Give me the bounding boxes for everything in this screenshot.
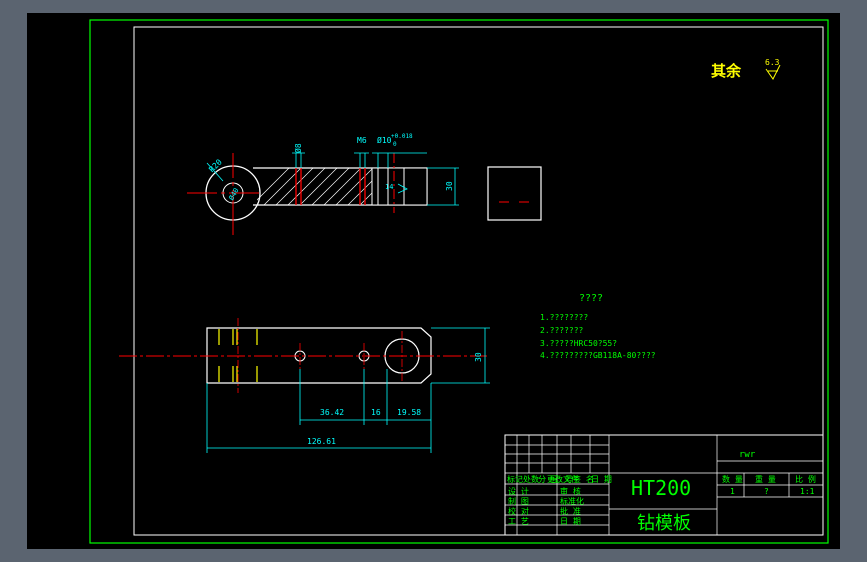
- row-2-k2: 标准化: [560, 496, 584, 506]
- row-3-k2: 批 准: [560, 506, 581, 516]
- note-4: 4.?????????GB118A-80????: [540, 351, 656, 360]
- row-4-k2: 日 期: [560, 517, 581, 526]
- dim-a: 36.42: [320, 408, 344, 417]
- top-view: Ø8 M6 Ø10 +0.018 0 30 R20 Ø40 14: [187, 133, 459, 235]
- dim-circle: Ø40: [227, 187, 240, 202]
- surface-finish-symbol: [765, 64, 781, 80]
- dim-m6: M6: [357, 136, 367, 145]
- qty-value: 1: [730, 487, 735, 496]
- title-block: 标记 处数 分 区 更改文件 号签 名 日 期 设 计 审 核 制 图 标准化 …: [504, 434, 824, 536]
- side-view-outline: [487, 166, 542, 221]
- cad-viewport[interactable]: 其余 6.3 Ø8 M6 Ø10 +0.018 0 30 R20 Ø40 14 …: [27, 13, 840, 549]
- row-4-k1: 工 艺: [508, 517, 529, 526]
- dim-h10-line: [372, 152, 427, 168]
- dim-front-height-label: 30: [474, 352, 483, 362]
- drawing-canvas[interactable]: 其余 6.3 Ø8 M6 Ø10 +0.018 0 30 R20 Ø40 14 …: [27, 13, 840, 549]
- dim-m6-line: [354, 152, 369, 168]
- dim-total: 126.61: [307, 437, 336, 446]
- dim-h10-tol-up: +0.018: [391, 133, 413, 140]
- rev-header-6: 日 期: [591, 475, 612, 484]
- part-name: 钻模板: [637, 513, 691, 534]
- drawing-code: rwr: [739, 450, 756, 460]
- dim-h10-tol-low: 0: [393, 141, 397, 148]
- side-view: [487, 166, 542, 221]
- weight-header: 重 量: [755, 474, 776, 484]
- qty-header: 数 量: [722, 474, 743, 484]
- row-2-k1: 制 图: [508, 496, 529, 506]
- note-1: 1.????????: [540, 313, 588, 322]
- dim-h10: Ø10: [377, 135, 392, 145]
- dim-hole-label: 14: [385, 183, 393, 191]
- note-3: 3.?????HRC50?55?: [540, 339, 617, 348]
- dim-c: 19.58: [397, 408, 421, 417]
- surface-finish-label: 其余: [711, 62, 742, 80]
- dim-d8: Ø8: [293, 143, 303, 153]
- dim-d8-line: [292, 152, 305, 168]
- row-3-k1: 校 对: [508, 506, 529, 516]
- dim-height-line: [427, 167, 459, 206]
- row-1-k2: 审 核: [560, 486, 581, 496]
- scale-header: 比 例: [795, 474, 816, 484]
- note-2: 2.???????: [540, 326, 584, 335]
- rev-header-1: 标记: [507, 474, 523, 484]
- front-view: 36.42 16 19.58 126.61 30: [119, 318, 490, 453]
- technical-notes: ???? 1.???????? 2.??????? 3.?????HRC50?5…: [540, 293, 656, 360]
- rev-header-2: 处数: [523, 474, 539, 484]
- material: HT200: [631, 476, 691, 500]
- scale-value: 1:1: [800, 487, 815, 496]
- weight-value: ?: [764, 487, 769, 496]
- dim-radius: R20: [207, 157, 224, 174]
- row-1-k1: 设 计: [508, 486, 529, 496]
- notes-heading: ????: [579, 293, 603, 304]
- inner-border: [133, 26, 824, 536]
- rev-header-5: 号签 名: [565, 474, 594, 484]
- dim-b: 16: [371, 408, 381, 417]
- surface-finish-value: 6.3: [765, 58, 780, 67]
- dim-height: 30: [445, 181, 454, 191]
